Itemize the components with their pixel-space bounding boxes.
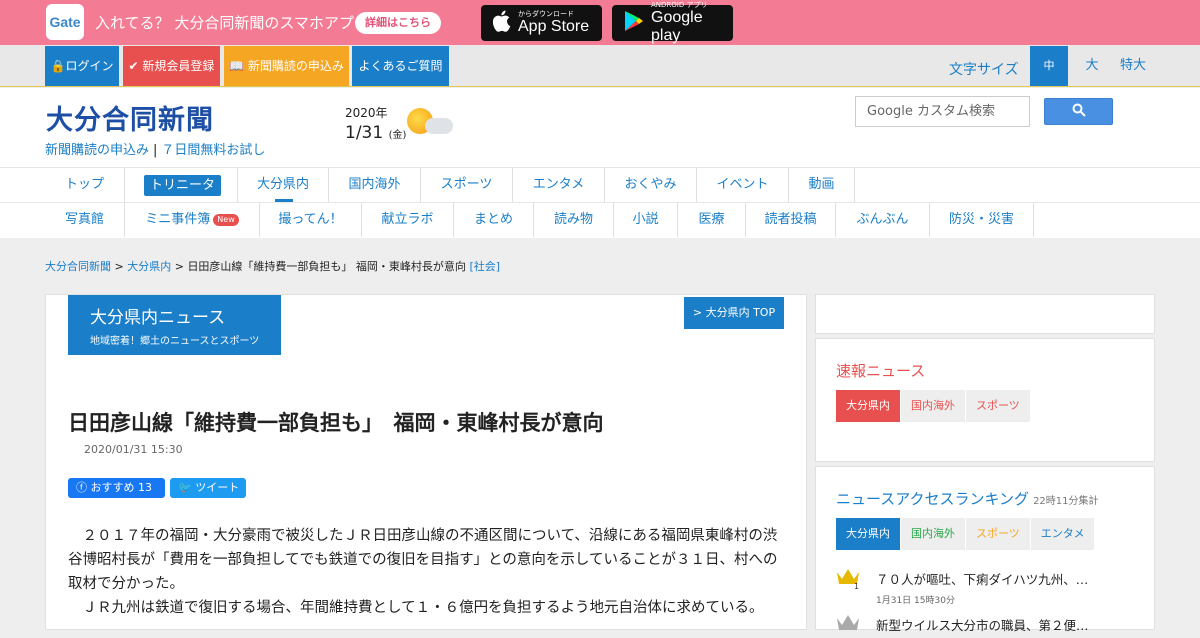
tab-oita[interactable]: 大分県内 (836, 518, 900, 550)
gold-crown-icon: 1 (836, 567, 860, 591)
utility-nav: 🔒ログイン ✔ 新規会員登録 📖 新聞購読の申込み よくあるご質問 文字サイズ … (0, 45, 1200, 87)
nav-oita[interactable]: 大分県内 (238, 168, 329, 202)
ranking-item[interactable]: 新型ウイルス大分市の職員、第２便… (836, 613, 1136, 633)
breadcrumb-category[interactable]: [社会] (469, 260, 500, 273)
nav-recipe-lab[interactable]: 献立ラボ (362, 203, 454, 237)
subscribe-link[interactable]: 📖 新聞購読の申込み (224, 46, 349, 86)
section-header: 大分県内ニュース 地域密着！郷土のニュースとスポーツ (68, 295, 281, 355)
nav-photos[interactable]: 写真館 (45, 203, 125, 237)
article-paragraph: ２０１７年の福岡・大分豪雨で被災したＪＲ日田彦山線の不通区間について、沿線にある… (68, 528, 778, 592)
subscribe-header-link[interactable]: 新聞購読の申込み (45, 143, 149, 158)
trial-link[interactable]: ７日間無料お試し (161, 143, 265, 158)
app-detail-button[interactable]: 詳細はこちら (355, 12, 441, 34)
section-title: 大分県内ニュース (90, 308, 226, 328)
ranking-item[interactable]: 1 ７０人が嘔吐、下痢ダイハツ九州、… 1月31日 15時30分 (836, 567, 1136, 607)
main-nav: トップ トリニータ 大分県内 国内海外 スポーツ エンタメ おくやみ イベント … (0, 167, 1200, 203)
book-icon: 📖 (229, 59, 248, 73)
search-button[interactable] (1044, 98, 1113, 125)
ranking-note: 22時11分集計 (1033, 496, 1099, 507)
article-headline: 日田彦山線「維持費一部負担も」 福岡・東峰村長が意向 (68, 411, 604, 435)
nav-summary[interactable]: まとめ (454, 203, 534, 237)
breadcrumb-home[interactable]: 大分合同新聞 (45, 260, 111, 273)
article-paragraph: ＪＲ九州は鉄道で復旧する場合、年間維持費として１・６億円を負担するよう地元自治体… (82, 600, 764, 616)
sub-nav: 写真館 ミニ事件簿 New 撮ってん！ 献立ラボ まとめ 読み物 小説 医療 読者… (0, 202, 1200, 238)
article-datetime: 2020/01/31 15:30 (84, 443, 183, 456)
search-icon (1072, 102, 1086, 121)
nav-reader-posts[interactable]: 読者投稿 (746, 203, 836, 237)
ranking-title: ニュースアクセスランキング 22時11分集計 (836, 490, 1099, 508)
facebook-icon: ⓕ (76, 481, 91, 494)
app-promo-text: 入れてる？ 大分合同新聞のスマホアプリ (95, 14, 369, 32)
nav-totten[interactable]: 撮ってん！ (260, 203, 362, 237)
nav-bunbun[interactable]: ぶんぶん (836, 203, 930, 237)
nav-video[interactable]: 動画 (789, 168, 855, 202)
breadcrumb-current: 日田彦山線「維持費一部負担も」 福岡・東峰村長が意向 (187, 260, 466, 273)
nav-entertainment[interactable]: エンタメ (513, 168, 605, 202)
ranking-box: ニュースアクセスランキング 22時11分集計 大分県内 国内海外 スポーツ エンタ… (815, 466, 1155, 633)
check-icon: ✔ (128, 59, 143, 73)
apple-icon (492, 10, 511, 37)
tweet-button[interactable]: 🐦 ツイート (170, 478, 246, 498)
twitter-icon: 🐦 (178, 481, 196, 494)
section-top-link[interactable]: > 大分県内 TOP (684, 297, 784, 329)
nav-events[interactable]: イベント (697, 168, 789, 202)
breadcrumb: 大分合同新聞 > 大分県内 > 日田彦山線「維持費一部負担も」 福岡・東峰村長が… (45, 260, 501, 273)
app-promo-bar: Gate 入れてる？ 大分合同新聞のスマホアプリ 詳細はこちら からダウンロード… (0, 0, 1200, 45)
tab-oita[interactable]: 大分県内 (836, 390, 900, 422)
nav-domestic[interactable]: 国内海外 (329, 168, 421, 202)
nav-reading[interactable]: 読み物 (534, 203, 614, 237)
lock-icon: 🔒 (50, 59, 66, 73)
nav-disaster[interactable]: 防災・災害 (930, 203, 1034, 237)
sidebar-ad-slot (815, 294, 1155, 334)
silver-crown-icon (836, 613, 860, 633)
tab-domestic[interactable]: 国内海外 (901, 390, 965, 422)
nav-medical[interactable]: 医療 (678, 203, 746, 237)
site-header: 大分合同新聞 新聞購読の申込み | ７日間無料お試し 2020年 1/31 (金) … (0, 88, 1200, 238)
search-input[interactable]: Google カスタム検索 (855, 96, 1030, 127)
tab-sports[interactable]: スポーツ (966, 390, 1030, 422)
link-separator: | (153, 143, 158, 158)
nav-obituary[interactable]: おくやみ (605, 168, 697, 202)
nav-mini-incidents[interactable]: ミニ事件簿 New (125, 203, 260, 237)
google-play-badge[interactable]: ANDROID アプリ Google play (612, 1, 733, 44)
login-link[interactable]: 🔒ログイン (45, 46, 119, 86)
tab-sports[interactable]: スポーツ (966, 518, 1030, 550)
new-badge: New (213, 213, 239, 226)
tab-domestic[interactable]: 国内海外 (901, 518, 965, 550)
nav-top[interactable]: トップ (45, 168, 125, 202)
font-size-label: 文字サイズ (949, 62, 1019, 78)
site-logo[interactable]: 大分合同新聞 (46, 98, 214, 137)
gate-app-logo[interactable]: Gate (46, 4, 84, 40)
section-subtitle: 地域密着！郷土のニュースとスポーツ (90, 336, 260, 347)
date-day: 1/31 (金) (345, 123, 407, 143)
font-size-medium[interactable]: 中 (1030, 46, 1068, 86)
google-play-icon (624, 10, 644, 37)
font-size-xlarge[interactable]: 特大 (1114, 46, 1152, 86)
breaking-news-box: 速報ニュース 大分県内 国内海外 スポーツ (815, 338, 1155, 462)
header-sub-links: 新聞購読の申込み | ７日間無料お試し (45, 139, 265, 158)
date-year: 2020年 (345, 106, 388, 120)
facebook-recommend-button[interactable]: ⓕ おすすめ 13 (68, 478, 165, 498)
nav-novel[interactable]: 小説 (614, 203, 678, 237)
article-panel: 大分県内ニュース 地域密着！郷土のニュースとスポーツ > 大分県内 TOP 日田… (45, 294, 807, 630)
svg-text:1: 1 (854, 582, 859, 589)
font-size-large[interactable]: 大 (1080, 46, 1104, 86)
faq-link[interactable]: よくあるご質問 (352, 46, 449, 86)
appstore-badge[interactable]: からダウンロード App Store (481, 5, 602, 41)
ranking-tabs: 大分県内 国内海外 スポーツ エンタメ (836, 518, 1095, 550)
article-body: ２０１７年の福岡・大分豪雨で被災したＪＲ日田彦山線の不通区間について、沿線にある… (68, 524, 788, 620)
breadcrumb-section[interactable]: 大分県内 (127, 260, 171, 273)
tab-entertainment[interactable]: エンタメ (1030, 518, 1095, 550)
breaking-news-tabs: 大分県内 国内海外 スポーツ (836, 390, 1031, 422)
nav-sports[interactable]: スポーツ (421, 168, 513, 202)
nav-trinita[interactable]: トリニータ (125, 168, 238, 202)
breaking-news-title: 速報ニュース (836, 362, 926, 380)
register-link[interactable]: ✔ 新規会員登録 (123, 46, 220, 86)
